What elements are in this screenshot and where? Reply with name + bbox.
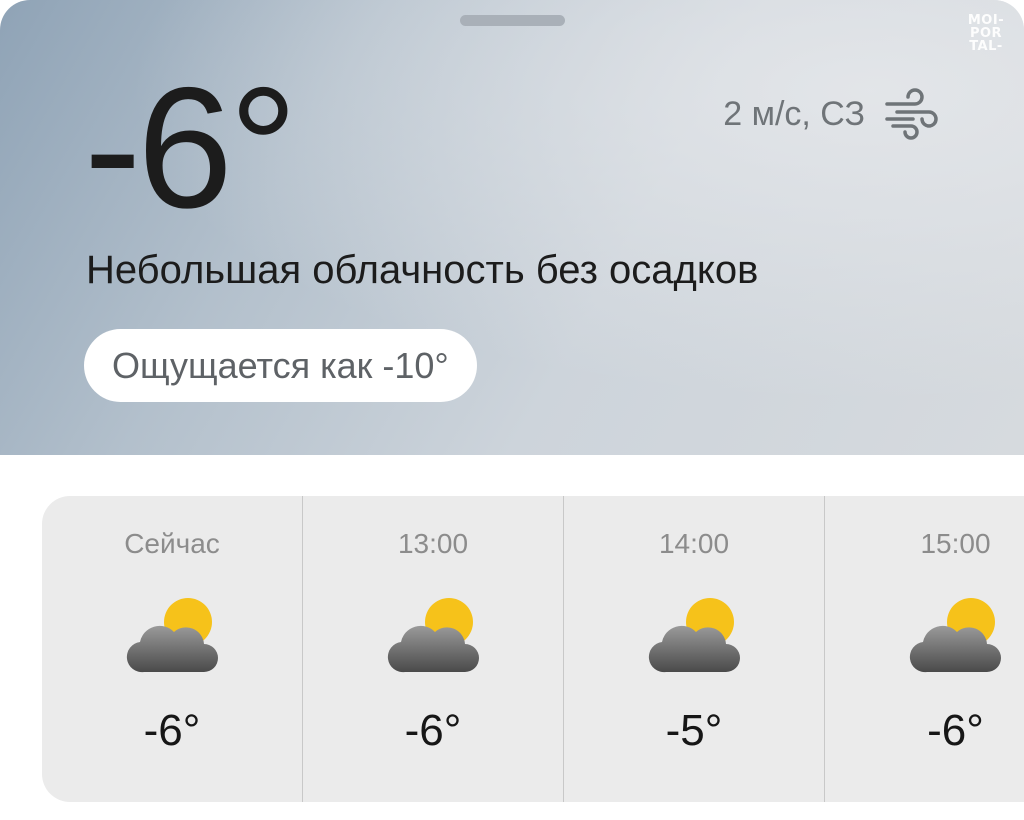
current-temperature: -6° [84,52,298,244]
current-weather-panel: MOI- POR TAL- -6° 2 м/с, СЗ Небольшая обла… [0,0,1024,455]
hourly-item[interactable]: 15:00 -6° [825,496,1024,802]
hourly-forecast[interactable]: Сейчас -6° 13:00 -6° 14:00 -5° 15:00 -6° [42,496,1024,802]
brand-logo: MOI- POR TAL- [967,13,1005,54]
partly-cloudy-icon [644,596,744,678]
hour-temperature: -6° [143,706,201,755]
hour-temperature: -5° [665,706,723,755]
hour-time: Сейчас [124,528,220,559]
hour-time: 13:00 [397,528,469,559]
partly-cloudy-icon [122,596,222,678]
hourly-item[interactable]: 13:00 -6° [303,496,564,802]
hour-temperature: -6° [404,706,462,755]
partly-cloudy-icon [383,596,483,678]
weather-page: MOI- POR TAL- -6° 2 м/с, СЗ Небольшая обла… [0,0,1024,820]
weather-condition: Небольшая облачность без осадков [86,248,759,292]
partly-cloudy-icon [905,596,1005,678]
hour-time: 15:00 [920,528,991,559]
wind-icon [883,88,939,140]
wind-info: 2 м/с, СЗ [723,88,939,140]
hour-temperature: -6° [927,706,984,755]
hourly-item[interactable]: 14:00 -5° [564,496,825,802]
feels-like-badge: Ощущается как -10° [84,329,477,402]
drag-handle[interactable] [460,15,565,26]
wind-text: 2 м/с, СЗ [723,94,865,133]
hour-time: 14:00 [658,528,730,559]
hourly-item[interactable]: Сейчас -6° [42,496,303,802]
feels-like-text: Ощущается как -10° [112,344,449,386]
